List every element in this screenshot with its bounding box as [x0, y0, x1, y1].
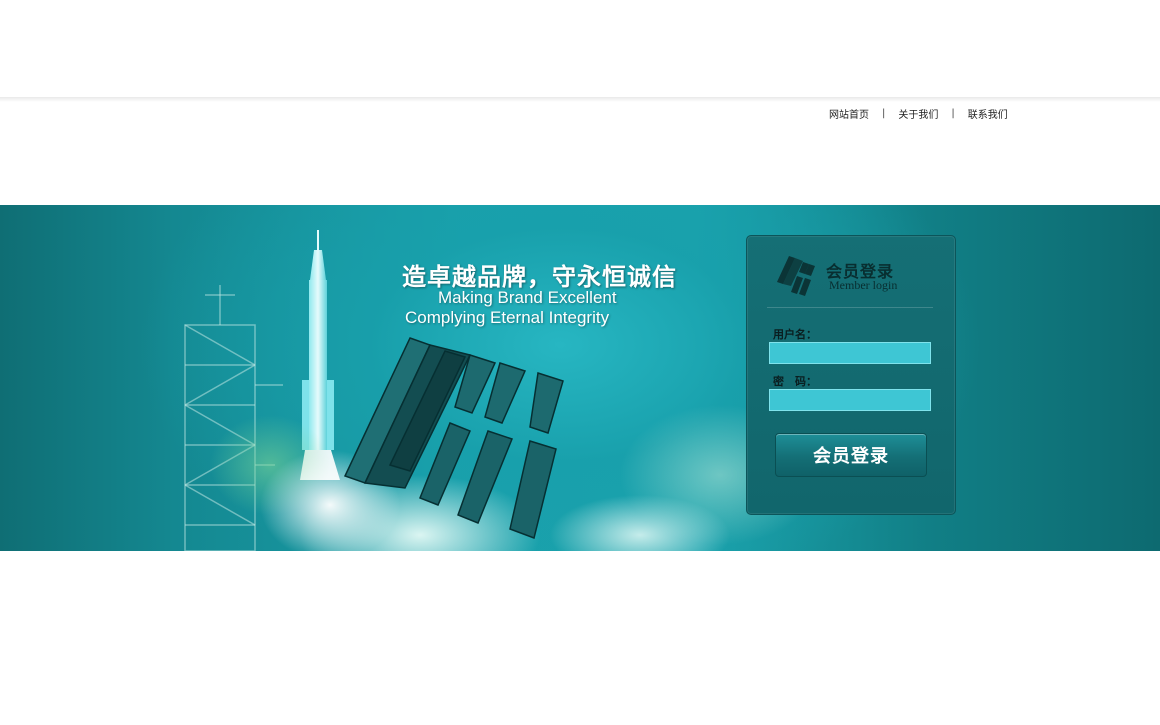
- brand-bars-graphic: [343, 337, 564, 539]
- nav-separator: |: [882, 108, 886, 119]
- slogan-chinese: 造卓越品牌，守永恒诚信: [402, 262, 677, 291]
- nav-separator: |: [951, 108, 955, 119]
- member-login-button[interactable]: 会员登录: [775, 433, 927, 477]
- page: 网站首页 | 关于我们 | 联系我们 造卓越品牌，守永恒诚信 Making Br…: [0, 0, 1160, 725]
- login-subtitle: Member login: [829, 278, 898, 292]
- header-divider: [0, 97, 1160, 102]
- nav-contact-link[interactable]: 联系我们: [968, 106, 1008, 121]
- username-input[interactable]: [769, 342, 931, 364]
- slogan-english-line1: Making Brand Excellent: [438, 288, 617, 307]
- hero-banner: 造卓越品牌，守永恒诚信 Making Brand Excellent Compl…: [0, 205, 1160, 551]
- top-nav: 网站首页 | 关于我们 | 联系我们: [829, 106, 1008, 121]
- member-logo-icon: [777, 256, 815, 296]
- password-label: 密 码：: [773, 375, 817, 388]
- nav-home-link[interactable]: 网站首页: [829, 106, 869, 121]
- password-input[interactable]: [769, 389, 931, 411]
- username-label: 用户名：: [773, 328, 817, 341]
- login-divider: [767, 307, 933, 308]
- nav-about-link[interactable]: 关于我们: [898, 106, 938, 121]
- member-login-panel: 会员登录 Member login 用户名： 密 码： 会员登录: [746, 235, 956, 515]
- slogan-english-line2: Complying Eternal Integrity: [405, 308, 610, 327]
